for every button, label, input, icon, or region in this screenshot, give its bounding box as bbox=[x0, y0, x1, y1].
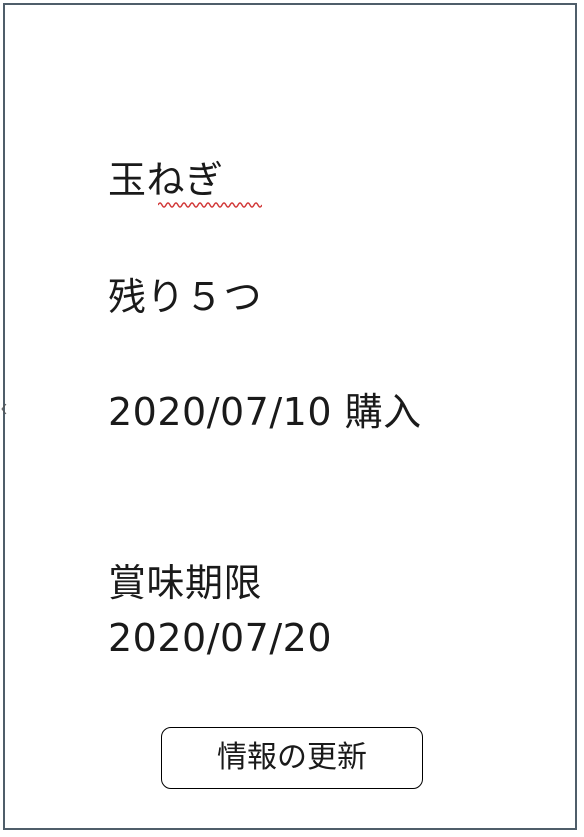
update-info-button[interactable]: 情報の更新 bbox=[161, 727, 423, 789]
remaining-count: 残り５つ bbox=[108, 275, 263, 319]
spellcheck-underline bbox=[158, 202, 262, 208]
edge-mark-icon bbox=[1, 403, 7, 415]
item-name: 玉ねぎ bbox=[108, 158, 224, 202]
purchase-date: 2020/07/10 購入 bbox=[108, 390, 422, 434]
expiry-date: 2020/07/20 bbox=[108, 616, 333, 660]
expiry-label: 賞味期限 bbox=[108, 561, 263, 605]
